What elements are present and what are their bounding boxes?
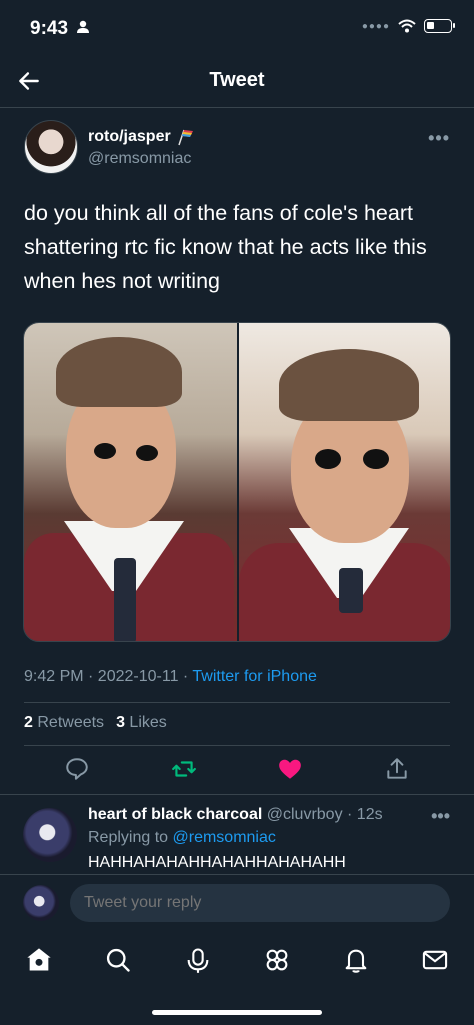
tweet-source-link[interactable]: Twitter for iPhone: [192, 668, 317, 685]
replying-to: Replying to @remsomniac: [88, 829, 276, 847]
status-bar: 9:43 ●●●●: [0, 0, 474, 52]
retweets-label: Retweets: [37, 714, 105, 731]
reply-tweet[interactable]: heart of black charcoal @cluvrboy · 12s …: [0, 804, 474, 874]
retweet-icon[interactable]: [171, 756, 197, 782]
home-icon[interactable]: [25, 946, 53, 974]
reply-header: heart of black charcoal @cluvrboy · 12s: [88, 806, 383, 824]
person-icon: [77, 20, 89, 33]
divider: [24, 745, 450, 746]
reply-composer: [0, 874, 474, 932]
page-title: Tweet: [209, 69, 265, 91]
tweet-actions: [0, 750, 474, 790]
reply-display-name[interactable]: heart of black charcoal: [88, 806, 262, 823]
reply-handle[interactable]: @cluvrboy: [267, 806, 343, 823]
avatar[interactable]: [24, 120, 78, 174]
reply-avatar[interactable]: [23, 808, 77, 862]
author-name-line[interactable]: roto/jasper: [88, 128, 195, 146]
nav-bar: Tweet: [0, 52, 474, 108]
reply-input[interactable]: [70, 884, 450, 922]
reply-text: HAHHAHAHAHHAHAHHAHAHAHH: [88, 854, 346, 871]
notifications-icon[interactable]: [342, 946, 370, 974]
tweet-text: do you think all of the fans of cole's h…: [24, 201, 427, 293]
tab-bar: [0, 932, 474, 1025]
wifi-icon: [398, 19, 416, 33]
reply-time: · 12s: [342, 806, 383, 823]
messages-icon[interactable]: [421, 946, 449, 974]
divider: [0, 794, 474, 795]
battery-icon: [424, 19, 455, 33]
more-options-icon[interactable]: •••: [428, 128, 450, 149]
reply-icon[interactable]: [64, 756, 90, 782]
reply-more-options-icon[interactable]: •••: [431, 806, 450, 827]
heart-icon[interactable]: [277, 756, 303, 782]
retweets-count: 2: [24, 714, 33, 731]
tweet-timestamp: 9:42 PM · 2022-10-11 ·: [24, 668, 193, 685]
composer-avatar: [23, 885, 59, 921]
status-time: 9:43: [30, 18, 69, 39]
search-icon[interactable]: [104, 946, 132, 974]
author-display-name: roto/jasper: [88, 128, 171, 145]
retweets-stat[interactable]: 2 Retweets: [24, 714, 104, 732]
rainbow-flag-icon: [177, 129, 193, 146]
tweet-header: roto/jasper @remsomniac •••: [24, 120, 450, 176]
likes-stat[interactable]: 3 Likes: [116, 714, 167, 732]
spaces-icon[interactable]: [184, 946, 212, 974]
likes-count: 3: [116, 714, 125, 731]
media-photo-1[interactable]: [24, 323, 237, 641]
replying-to-link[interactable]: @remsomniac: [173, 829, 276, 846]
status-indicators: ●●●●: [361, 19, 455, 33]
replying-to-prefix: Replying to: [88, 829, 173, 846]
author-handle[interactable]: @remsomniac: [88, 150, 191, 168]
share-icon[interactable]: [384, 756, 410, 782]
divider: [24, 702, 450, 703]
tweet-media[interactable]: [23, 322, 451, 642]
home-indicator: [152, 1010, 322, 1015]
signal-icon: ●●●●: [361, 20, 390, 32]
tweet-stats: 2 Retweets 3 Likes: [24, 714, 167, 732]
likes-label: Likes: [129, 714, 167, 731]
tweet-meta: 9:42 PM · 2022-10-11 · Twitter for iPhon…: [24, 668, 317, 686]
media-photo-2[interactable]: [237, 323, 450, 641]
communities-icon[interactable]: [263, 946, 291, 974]
